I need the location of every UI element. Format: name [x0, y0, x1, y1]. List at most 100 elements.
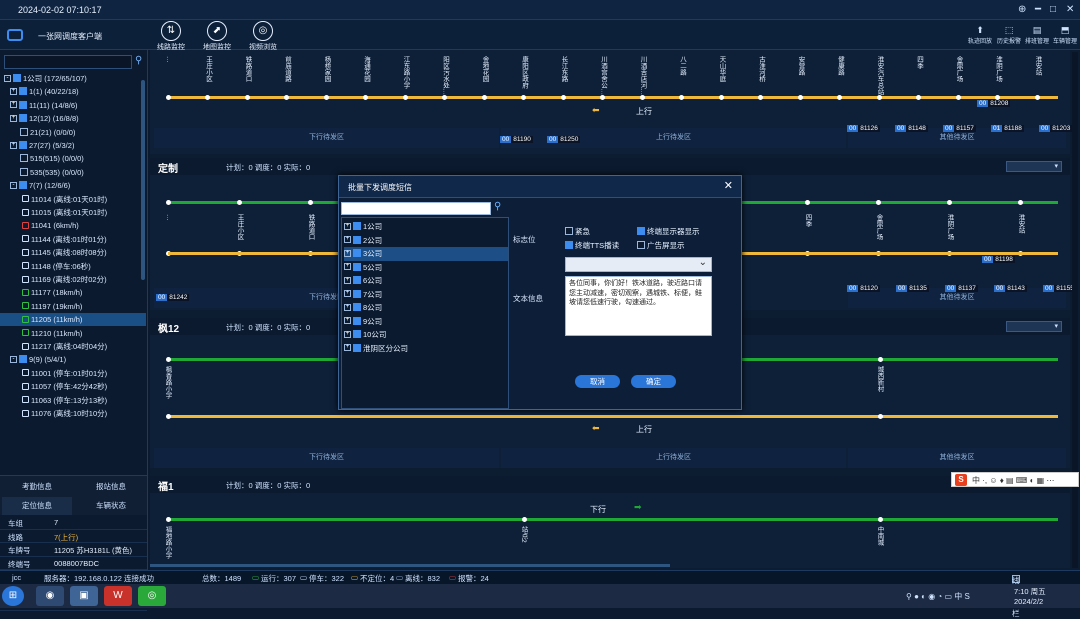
vehicle-marker[interactable]: 00 81250	[547, 136, 581, 143]
company-item[interactable]: +3公司	[344, 247, 508, 261]
tree-item[interactable]: 11148 (停车:06秒)	[0, 260, 146, 273]
company-search-input[interactable]	[341, 202, 491, 215]
vehicle-marker[interactable]: 00 81126	[847, 125, 880, 132]
vehicle-marker[interactable]: 00 81137	[945, 285, 978, 292]
company-item[interactable]: +9公司	[344, 315, 508, 329]
tree-item[interactable]: 11145 (离线:08时08分)	[0, 246, 146, 259]
video-browse-button[interactable]: ◎ 视频浏览	[245, 21, 281, 52]
station-dot[interactable]	[165, 517, 171, 522]
taskbar-app-2[interactable]: ▣	[70, 586, 98, 606]
station-dot[interactable]	[718, 95, 724, 100]
station-dot[interactable]	[236, 200, 242, 205]
checkbox[interactable]	[565, 227, 573, 236]
station-dot[interactable]	[877, 414, 883, 419]
tree-item[interactable]: 11063 (停车:13分13秒)	[0, 394, 146, 407]
close-icon[interactable]: ✕	[1066, 4, 1074, 15]
history-alarm-button[interactable]: ⬚ 历史报警	[994, 25, 1024, 45]
expand-icon[interactable]: +	[344, 303, 351, 311]
tree-item[interactable]: - 9(9) (5/4/1)	[0, 353, 146, 366]
tree-item[interactable]: 515(515) (0/0/0)	[0, 152, 146, 165]
expand-icon[interactable]: +	[344, 317, 351, 325]
flag-option[interactable]: 终端显示器显示	[637, 226, 700, 237]
station-dot[interactable]	[946, 200, 952, 205]
company-item[interactable]: +5公司	[344, 261, 508, 275]
vehicle-marker[interactable]: 00 81143	[994, 285, 1027, 292]
station-dot[interactable]	[877, 517, 883, 522]
station-dot[interactable]	[165, 95, 171, 100]
company-item[interactable]: +2公司	[344, 234, 508, 248]
ime-toolbar[interactable]: S 中 ·, ☺ ♦ ▤ ⌨ ◐ ▦ ⋯	[951, 472, 1079, 487]
flag-option[interactable]: 终端TTS播读	[565, 240, 619, 251]
expand-icon[interactable]: +	[10, 101, 17, 109]
station-dot[interactable]	[804, 200, 810, 205]
company-item[interactable]: +8公司	[344, 301, 508, 315]
checkbox[interactable]	[353, 316, 361, 325]
expand-icon[interactable]: +	[344, 330, 351, 338]
station-dot[interactable]	[205, 95, 210, 100]
expand-icon[interactable]: +	[344, 263, 351, 271]
station-dot[interactable]	[876, 95, 882, 100]
checkbox[interactable]	[353, 249, 361, 258]
expand-icon[interactable]: +	[344, 276, 351, 284]
checkbox[interactable]	[20, 167, 28, 176]
expand-icon[interactable]: -	[10, 181, 17, 189]
cancel-button[interactable]: 取消	[575, 375, 620, 388]
tree-item[interactable]: +1(1) (40/22/18)	[0, 85, 146, 98]
company-item[interactable]: +7公司	[344, 288, 508, 302]
tree-item[interactable]: 11210 (11km/h)	[0, 327, 146, 340]
vehicle-marker[interactable]: 00 81157	[943, 125, 976, 132]
checkbox[interactable]	[19, 100, 27, 109]
expand-icon[interactable]: -	[4, 74, 11, 82]
station-dot[interactable]	[877, 357, 883, 362]
tree-item[interactable]: 11076 (离线:10时10分)	[0, 407, 146, 420]
company-item[interactable]: +6公司	[344, 274, 508, 288]
expand-icon[interactable]: +	[344, 249, 351, 257]
tree-item[interactable]: 11197 (19km/h)	[0, 300, 146, 313]
station-dot[interactable]	[481, 95, 487, 100]
expand-icon[interactable]: +	[344, 222, 351, 230]
checkbox[interactable]	[353, 303, 361, 312]
vehicle-marker[interactable]: 00 81190	[500, 136, 533, 143]
station-dot[interactable]	[165, 414, 171, 419]
tree-item[interactable]: 11217 (离线:04时04分)	[0, 340, 146, 353]
tree-item[interactable]: 11001 (停车:01时01分)	[0, 367, 146, 380]
vehicle-marker[interactable]: 00 81148	[895, 125, 928, 132]
message-textarea[interactable]: 各位同事，你们好！铁冰道路，驶近路口请您主动减速，密切观察，遇城铁、标便，鲑坡请…	[565, 276, 712, 336]
checkbox[interactable]	[353, 235, 361, 244]
station-dot[interactable]	[600, 95, 605, 100]
station-dot[interactable]	[244, 95, 250, 100]
checkbox[interactable]	[353, 343, 361, 352]
tree-item[interactable]: 21(21) (0/0/0)	[0, 126, 146, 139]
search-icon[interactable]: ⚲	[135, 55, 142, 66]
expand-icon[interactable]: +	[344, 344, 351, 352]
expand-icon[interactable]: -	[10, 355, 17, 363]
checkbox[interactable]	[565, 241, 573, 250]
tree-item[interactable]: 11205 (11km/h)	[0, 313, 146, 327]
tree-item[interactable]: 535(535) (0/0/0)	[0, 166, 146, 179]
vehicle-marker[interactable]: 00 81135	[896, 285, 929, 292]
expand-icon[interactable]: +	[10, 87, 17, 95]
checkbox[interactable]	[19, 87, 27, 96]
station-dot[interactable]	[284, 95, 289, 100]
tree-item[interactable]: 11041 (6km/h)	[0, 219, 146, 232]
tree-item[interactable]: - 1公司 (172/65/107)	[0, 72, 146, 85]
station-dot[interactable]	[521, 517, 527, 522]
track-playback-button[interactable]: ⬆ 轨迹回放	[965, 25, 995, 45]
station-dot[interactable]	[837, 95, 842, 100]
dialog-close-icon[interactable]: ✕	[724, 179, 733, 192]
tree-item[interactable]: +11(11) (14/8/6)	[0, 99, 146, 112]
vehicle-marker[interactable]: 00 81155	[1043, 285, 1076, 292]
tree-item[interactable]: 11014 (离线:01天01时)	[0, 193, 146, 206]
expand-icon[interactable]: +	[344, 290, 351, 298]
schedule-manage-button[interactable]: ▤ 排班管理	[1022, 25, 1052, 45]
expand-icon[interactable]: +	[344, 236, 351, 244]
checkbox[interactable]	[353, 262, 361, 271]
tree-item[interactable]: 11015 (离线:01天01时)	[0, 206, 146, 219]
checkbox[interactable]	[19, 355, 27, 364]
flag-option[interactable]: 紧急	[565, 226, 590, 237]
tree-item[interactable]: 11169 (离线:02时02分)	[0, 273, 146, 286]
station-dot[interactable]	[797, 95, 803, 100]
checkbox[interactable]	[637, 241, 645, 250]
horizontal-scrollbar[interactable]	[150, 564, 670, 567]
station-dot[interactable]	[955, 95, 961, 100]
